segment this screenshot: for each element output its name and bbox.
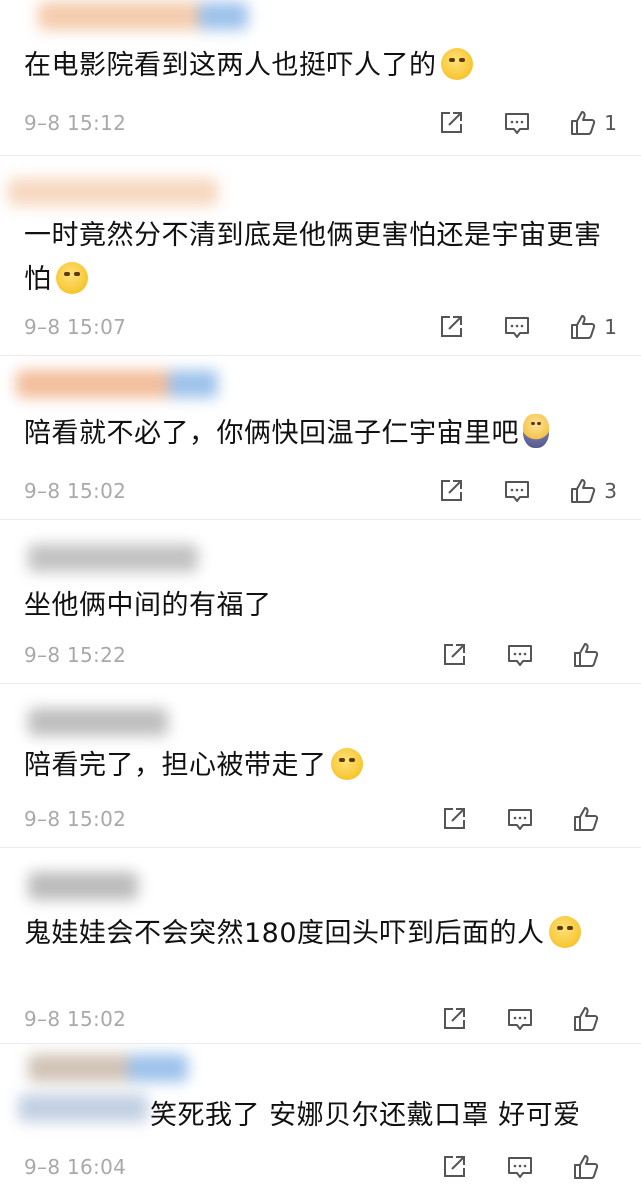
- thumbs-up-icon: [574, 643, 599, 667]
- blurred-username: [8, 0, 258, 38]
- laugh-cry-emoji-icon: [548, 916, 581, 948]
- thumbs-up-icon: [571, 479, 596, 503]
- comment-text: 一时竟然分不清到底是他俩更害怕还是宇宙更害怕: [24, 214, 621, 302]
- comment-text: 鬼娃娃会不会突然180度回头吓到后面的人: [24, 912, 621, 956]
- reply-button[interactable]: [505, 804, 535, 834]
- thumbs-up-icon: [574, 1007, 599, 1031]
- comment-text-content: 坐他俩中间的有福了: [24, 590, 272, 621]
- comment-text: 陪看完了，担心被带走了: [24, 744, 621, 788]
- comment-meta: 9–8 16:04: [24, 1152, 617, 1182]
- share-button[interactable]: [436, 108, 466, 138]
- comment-item: 在电影院看到这两人也挺吓人了的 9–8 15:12 1: [0, 0, 641, 156]
- blurred-username: [8, 360, 258, 406]
- comment-actions: [403, 1152, 617, 1182]
- laugh-cry-emoji-icon: [440, 48, 473, 80]
- comment-text: 坐他俩中间的有福了: [24, 584, 621, 628]
- reply-button[interactable]: [502, 476, 532, 506]
- share-button[interactable]: [439, 1004, 469, 1034]
- reply-button[interactable]: [505, 1004, 535, 1034]
- comment-bubble-icon: [505, 113, 530, 134]
- comment-item: 坐他俩中间的有福了 9–8 15:22: [0, 520, 641, 684]
- comment-meta: 9–8 15:22: [24, 640, 617, 670]
- share-icon: [441, 112, 463, 133]
- comment-time: 9–8 15:07: [24, 315, 127, 339]
- share-icon: [444, 808, 465, 829]
- like-count: 1: [604, 111, 617, 135]
- like-button[interactable]: 3: [568, 476, 617, 506]
- share-icon: [444, 1008, 465, 1029]
- share-button[interactable]: [439, 1152, 469, 1182]
- thumbs-up-icon: [571, 111, 596, 135]
- reply-button[interactable]: [505, 1152, 535, 1182]
- like-count: 3: [604, 479, 617, 503]
- comment-time: 9–8 16:04: [24, 1155, 127, 1179]
- comment-actions: 1: [400, 312, 617, 342]
- thinking-emoji-icon: [55, 262, 88, 294]
- comment-time: 9–8 15:02: [24, 807, 127, 831]
- doge-emoji-icon: [330, 748, 363, 780]
- like-button[interactable]: [571, 804, 617, 834]
- like-button[interactable]: [571, 640, 617, 670]
- comment-time: 9–8 15:02: [24, 1007, 127, 1031]
- share-icon: [444, 644, 465, 665]
- share-icon: [441, 480, 463, 501]
- comment-text-content: 一时竟然分不清到底是他俩更害怕还是宇宙更害怕: [24, 220, 602, 295]
- share-button[interactable]: [436, 476, 466, 506]
- share-button[interactable]: [439, 640, 469, 670]
- comment-item: 陪看完了，担心被带走了 9–8 15:02: [0, 684, 641, 848]
- comment-time: 9–8 15:12: [24, 111, 127, 135]
- comment-text-content: 鬼娃娃会不会突然180度回头吓到后面的人: [24, 918, 545, 949]
- share-icon: [441, 316, 463, 337]
- comment-item: 笑死我了 安娜贝尔还戴口罩 好可爱 9–8 16:04: [0, 1044, 641, 1194]
- comment-bubble-icon: [508, 645, 532, 666]
- comment-meta: 9–8 15:02 3: [24, 476, 617, 506]
- comment-text-content: 陪看完了，担心被带走了: [24, 750, 327, 781]
- comment-meta: 9–8 15:07 1: [24, 312, 617, 342]
- comment-actions: [403, 1004, 617, 1034]
- comment-text: 陪看就不必了，你俩快回温子仁宇宙里吧: [24, 412, 621, 456]
- like-button[interactable]: [571, 1152, 617, 1182]
- comment-actions: [403, 640, 617, 670]
- comment-meta: 9–8 15:12 1: [24, 108, 617, 138]
- comment-item: 鬼娃娃会不会突然180度回头吓到后面的人 9–8 15:02: [0, 848, 641, 1044]
- comment-actions: [403, 804, 617, 834]
- like-button[interactable]: [571, 1004, 617, 1034]
- blurred-username: [8, 534, 258, 580]
- comment-text-content: 陪看就不必了，你俩快回温子仁宇宙里吧: [24, 418, 519, 449]
- comment-item: 陪看就不必了，你俩快回温子仁宇宙里吧 9–8 15:02 3: [0, 356, 641, 520]
- comment-text: 在电影院看到这两人也挺吓人了的: [24, 44, 621, 88]
- comment-text: 笑死我了 安娜贝尔还戴口罩 好可爱: [150, 1094, 621, 1138]
- blurred-username: [8, 862, 258, 908]
- comment-bubble-icon: [508, 1009, 532, 1030]
- comment-bubble-icon: [505, 317, 530, 338]
- thumbs-up-icon: [571, 315, 596, 339]
- like-count: 1: [604, 315, 617, 339]
- blurred-username: [8, 698, 258, 744]
- blurred-username: [8, 168, 258, 214]
- comment-actions: 1: [400, 108, 617, 138]
- comment-meta: 9–8 15:02: [24, 804, 617, 834]
- comment-bubble-icon: [508, 1157, 532, 1178]
- comment-bubble-icon: [505, 481, 530, 502]
- thumbs-up-icon: [574, 807, 599, 831]
- comment-time: 9–8 15:02: [24, 479, 127, 503]
- like-button[interactable]: 1: [568, 108, 617, 138]
- like-button[interactable]: 1: [568, 312, 617, 342]
- comment-text-content: 笑死我了 安娜贝尔还戴口罩 好可爱: [150, 1100, 581, 1131]
- reply-button[interactable]: [502, 108, 532, 138]
- comment-time: 9–8 15:22: [24, 643, 127, 667]
- comment-feed: 在电影院看到这两人也挺吓人了的 9–8 15:12 1 一时竟然分不清到底是他俩…: [0, 0, 641, 1194]
- comment-actions: 3: [400, 476, 617, 506]
- comment-item: 一时竟然分不清到底是他俩更害怕还是宇宙更害怕 9–8 15:07 1: [0, 156, 641, 356]
- doll-emoji-icon: [523, 414, 549, 448]
- reply-button[interactable]: [502, 312, 532, 342]
- share-button[interactable]: [439, 804, 469, 834]
- share-button[interactable]: [436, 312, 466, 342]
- share-icon: [444, 1156, 465, 1177]
- thumbs-up-icon: [574, 1155, 599, 1179]
- comment-bubble-icon: [508, 809, 532, 830]
- reply-button[interactable]: [505, 640, 535, 670]
- comment-meta: 9–8 15:02: [24, 1004, 617, 1034]
- comment-text-content: 在电影院看到这两人也挺吓人了的: [24, 50, 437, 81]
